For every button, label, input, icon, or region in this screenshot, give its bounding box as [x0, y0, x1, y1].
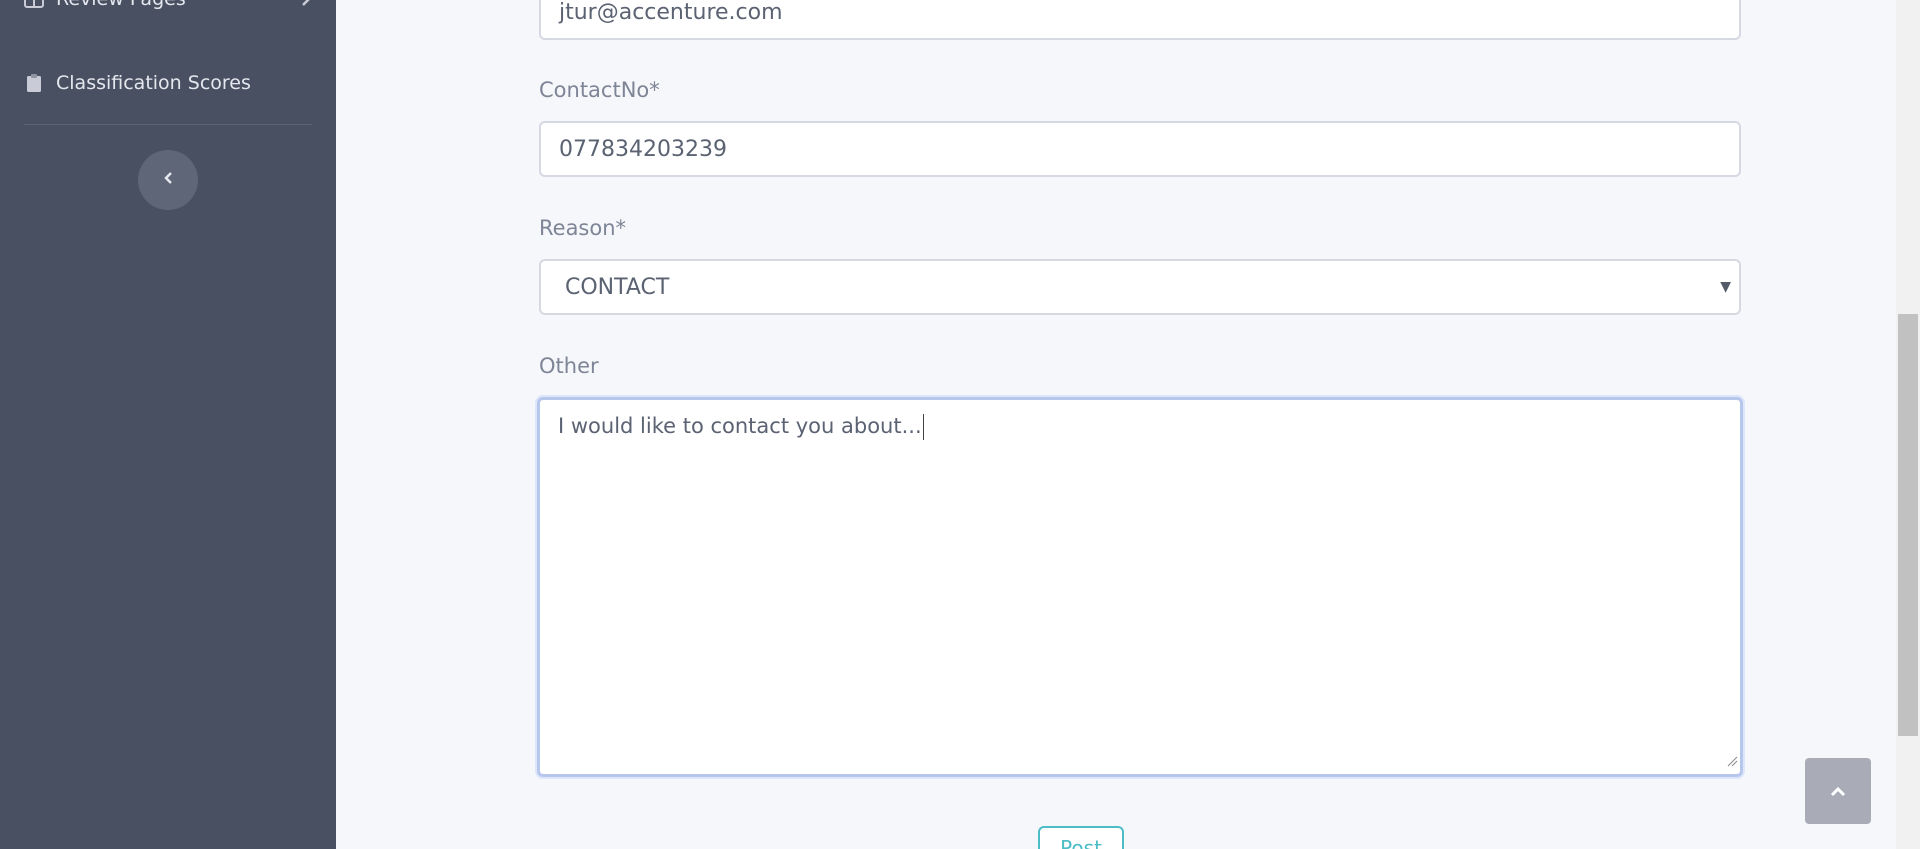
sidebar-item-classification-scores[interactable]: Classification Scores — [24, 72, 251, 94]
sidebar-collapse-button[interactable] — [138, 150, 198, 210]
text-cursor — [922, 414, 924, 440]
sidebar-divider — [24, 124, 312, 125]
sidebar: Review Pages Classification Scores — [0, 0, 336, 849]
other-textarea-value: I would like to contact you about... — [558, 414, 922, 438]
other-textarea[interactable]: I would like to contact you about... — [537, 397, 1743, 777]
dropdown-caret-icon: ▼ — [1720, 279, 1731, 295]
clipboard-icon — [24, 73, 44, 93]
chevron-left-icon — [162, 170, 174, 190]
reason-select[interactable]: CONTACT ▼ — [539, 259, 1741, 315]
chevron-right-icon — [300, 0, 312, 12]
email-field[interactable]: jtur@accenture.com — [539, 0, 1741, 40]
reason-select-value: CONTACT — [565, 274, 670, 300]
sidebar-item-label: Review Pages — [56, 0, 186, 10]
reason-label: Reason* — [539, 216, 627, 240]
resize-grip-icon[interactable] — [1726, 748, 1738, 772]
chevron-up-icon — [1829, 782, 1847, 801]
scroll-to-top-button[interactable] — [1805, 758, 1871, 824]
sidebar-item-label: Classification Scores — [56, 72, 251, 94]
table-icon — [24, 0, 44, 9]
contact-label: ContactNo* — [539, 78, 660, 102]
contact-no-field[interactable]: 077834203239 — [539, 121, 1741, 177]
sidebar-item-review-pages[interactable]: Review Pages — [24, 0, 312, 10]
scrollbar-thumb[interactable] — [1898, 314, 1918, 736]
contact-no-value: 077834203239 — [559, 136, 727, 162]
page-scrollbar[interactable] — [1896, 0, 1920, 849]
page: Review Pages Classification Scores — [0, 0, 1920, 849]
other-label: Other — [539, 354, 599, 378]
email-field-value: jtur@accenture.com — [559, 0, 783, 25]
post-button[interactable]: Post — [1038, 826, 1124, 849]
